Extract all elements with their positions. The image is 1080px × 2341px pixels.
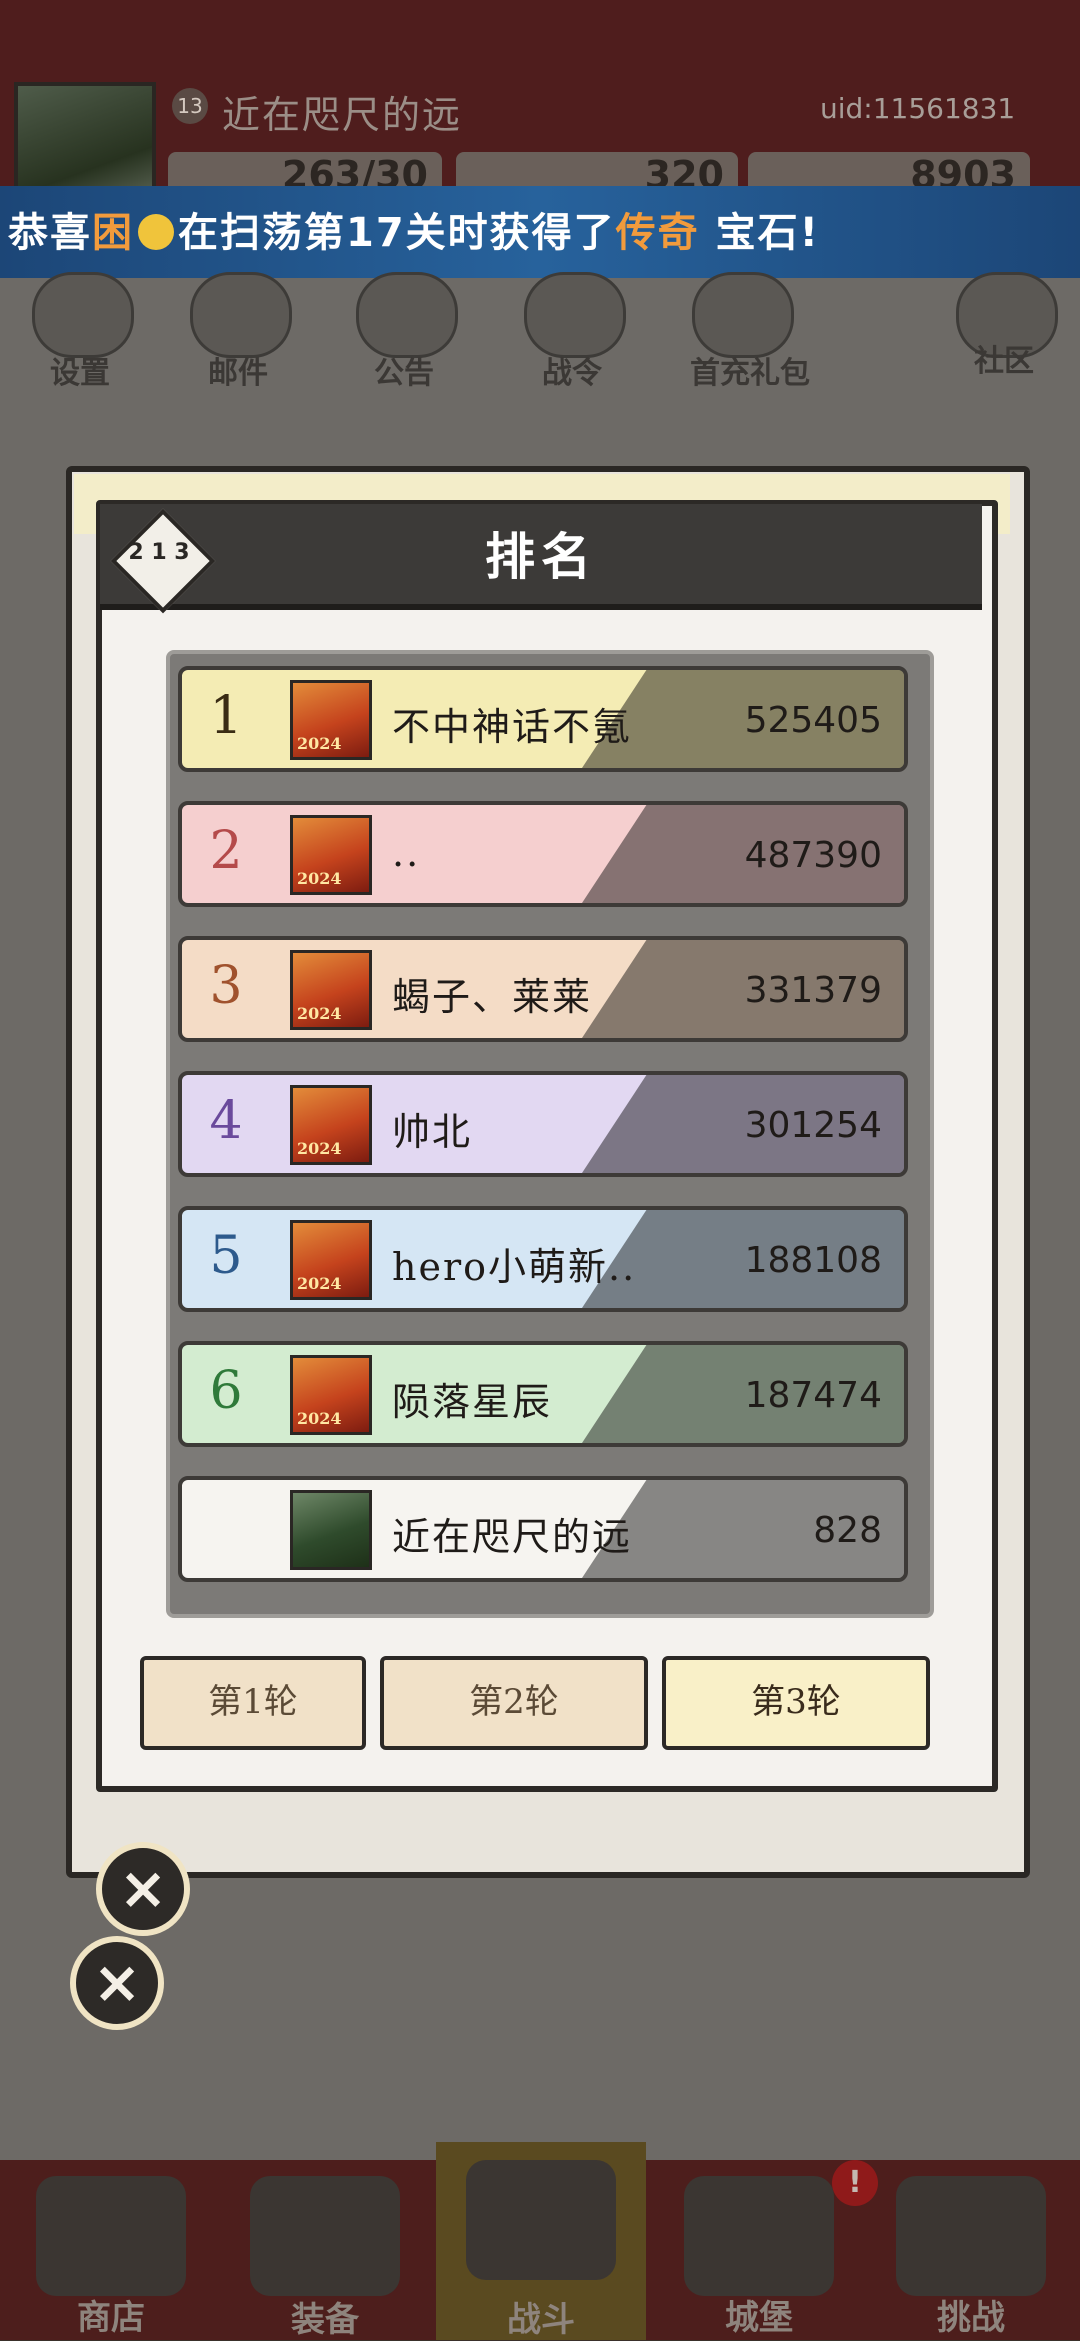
crossed-swords-icon[interactable] xyxy=(466,2160,616,2280)
rank-row[interactable]: 3 2024 蝎子、莱莱 331379 xyxy=(178,936,908,1042)
nav-equipment-label: 装备 xyxy=(291,2300,359,2340)
player-avatar[interactable]: 2024 xyxy=(290,950,372,1030)
avatar-year-badge: 2024 xyxy=(297,869,342,888)
menu-community-label: 社区 xyxy=(974,344,1034,379)
nav-castle-label: 城堡 xyxy=(725,2298,793,2338)
avatar-year-badge: 2024 xyxy=(297,1409,342,1428)
player-name: 帅北 xyxy=(392,1110,473,1154)
nav-challenge-label: 挑战 xyxy=(937,2298,1005,2338)
level-badge: 13 xyxy=(172,88,208,124)
challenge-shield-icon[interactable] xyxy=(896,2176,1046,2296)
player-avatar[interactable]: 2024 xyxy=(290,680,372,760)
player-score: 487390 xyxy=(744,835,882,876)
emoji-icon xyxy=(138,214,174,250)
player-avatar[interactable]: 2024 xyxy=(290,815,372,895)
avatar-year-badge: 2024 xyxy=(297,734,342,753)
profile-name: 近在咫尺的远 xyxy=(222,93,463,137)
menu-first-recharge-label: 首充礼包 xyxy=(690,356,810,391)
close-button[interactable]: × xyxy=(70,1936,164,2030)
player-avatar[interactable]: 2024 xyxy=(290,1220,372,1300)
settings-gear-icon[interactable] xyxy=(32,272,134,358)
notice-scroll-icon[interactable] xyxy=(356,272,458,358)
equipment-bag-icon[interactable] xyxy=(250,2176,400,2296)
player-avatar[interactable]: 2024 xyxy=(290,1355,372,1435)
menu-battlepass-label: 战令 xyxy=(542,356,602,391)
player-score: 301254 xyxy=(744,1105,882,1146)
avatar-year-badge: 2024 xyxy=(297,1004,342,1023)
player-name: 近在咫尺的远 xyxy=(392,1515,633,1559)
rank-number: 6 xyxy=(209,1361,243,1421)
round-1-tab[interactable]: 第1轮 xyxy=(140,1656,366,1750)
mail-icon[interactable] xyxy=(190,272,292,358)
player-name: 蝎子、莱莱 xyxy=(392,975,593,1019)
ticker-text: 恭喜困 在扫荡第17关时获得了传奇 宝石! xyxy=(8,210,820,256)
player-name: hero小萌新.. xyxy=(392,1245,637,1289)
rank-row[interactable]: 2 2024.. 487390 xyxy=(178,801,908,907)
notification-badge: ! xyxy=(832,2160,878,2206)
popup-title: 排名 xyxy=(485,528,597,586)
player-score: 331379 xyxy=(744,970,882,1011)
castle-icon[interactable] xyxy=(684,2176,834,2296)
avatar-year-badge: 2024 xyxy=(297,1139,342,1158)
rank-number: 5 xyxy=(209,1226,243,1286)
battle-pass-icon[interactable] xyxy=(524,272,626,358)
rank-row[interactable]: 1 2024 不中神话不氪 525405 xyxy=(178,666,908,772)
profile-uid: uid:11561831 xyxy=(820,92,1016,125)
round-2-tab[interactable]: 第2轮 xyxy=(380,1656,648,1750)
rank-number: 1 xyxy=(209,686,243,746)
nav-battle-label: 战斗 xyxy=(507,2300,575,2340)
nav-shop-label: 商店 xyxy=(77,2298,145,2338)
rank-row[interactable]: 5 2024 hero小萌新.. 188108 xyxy=(178,1206,908,1312)
close-icon[interactable]: × xyxy=(96,1842,190,1936)
menu-settings-label: 设置 xyxy=(50,356,110,391)
shop-icon[interactable] xyxy=(36,2176,186,2296)
rank-row[interactable]: 近在咫尺的远 828 xyxy=(178,1476,908,1582)
rank-row[interactable]: 4 2024 帅北 301254 xyxy=(178,1071,908,1177)
podium-emblem-text: 2 1 3 xyxy=(128,540,190,565)
player-name: 陨落星辰 xyxy=(392,1380,553,1424)
player-score: 525405 xyxy=(744,700,882,741)
player-name: 不中神话不氪 xyxy=(392,705,633,749)
first-recharge-bag-icon[interactable] xyxy=(692,272,794,358)
player-avatar[interactable]: 2024 xyxy=(290,1085,372,1165)
rank-number: 2 xyxy=(209,821,243,881)
player-score: 187474 xyxy=(744,1375,882,1416)
player-score: 188108 xyxy=(744,1240,882,1281)
rank-number: 4 xyxy=(209,1091,243,1151)
menu-notice-label: 公告 xyxy=(374,356,434,391)
menu-mail-label: 邮件 xyxy=(208,356,268,391)
player-name: .. xyxy=(392,831,421,875)
rank-row[interactable]: 6 2024 陨落星辰 187474 xyxy=(178,1341,908,1447)
player-avatar[interactable] xyxy=(290,1490,372,1570)
avatar-year-badge: 2024 xyxy=(297,1274,342,1293)
round-3-tab[interactable]: 第3轮 xyxy=(662,1656,930,1750)
rank-number: 3 xyxy=(209,956,243,1016)
player-score: 828 xyxy=(813,1510,882,1551)
